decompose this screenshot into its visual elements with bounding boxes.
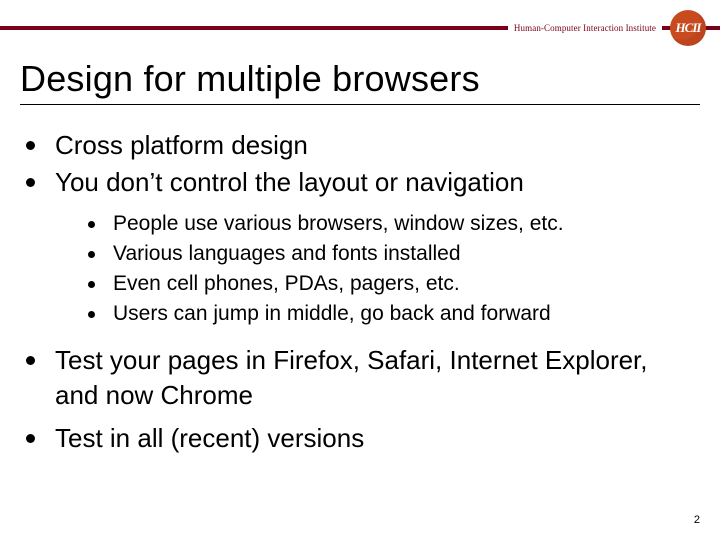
bullet-text: Test your pages in Firefox, Safari, Inte… <box>55 343 696 413</box>
bullet-text: People use various browsers, window size… <box>113 210 696 239</box>
bullet-dot-icon <box>88 281 95 288</box>
bullet-dot-icon <box>88 311 95 318</box>
slide-body: Cross platform design You don’t control … <box>26 128 696 458</box>
hcii-logo-monogram: HCII <box>670 10 706 46</box>
bullet-dot-icon <box>88 251 95 258</box>
bullet-dot-icon <box>88 221 95 228</box>
bullet-text: Various languages and fonts installed <box>113 240 696 269</box>
bullet-level2: Various languages and fonts installed <box>88 240 696 269</box>
bullet-text: Even cell phones, PDAs, pagers, etc. <box>113 270 696 299</box>
bullet-dot-icon <box>26 434 35 443</box>
bullet-text: You don’t control the layout or navigati… <box>55 165 696 200</box>
slide-title: Design for multiple browsers <box>20 58 480 100</box>
page-number: 2 <box>694 514 700 526</box>
brand-bar: Human-Computer Interaction Institute HCI… <box>0 10 720 46</box>
institute-name-box: Human-Computer Interaction Institute <box>508 22 662 34</box>
bullet-text: Users can jump in middle, go back and fo… <box>113 300 696 329</box>
bullet-dot-icon <box>26 356 35 365</box>
bullet-level1: Test your pages in Firefox, Safari, Inte… <box>26 343 696 413</box>
bullet-level1: You don’t control the layout or navigati… <box>26 165 696 200</box>
bullet-level2: Even cell phones, PDAs, pagers, etc. <box>88 270 696 299</box>
bullet-dot-icon <box>26 141 35 150</box>
bullet-level2: People use various browsers, window size… <box>88 210 696 239</box>
sub-bullet-list: People use various browsers, window size… <box>88 210 696 329</box>
bullet-level2: Users can jump in middle, go back and fo… <box>88 300 696 329</box>
bullet-text: Cross platform design <box>55 128 696 163</box>
title-underline <box>20 104 700 105</box>
bullet-level1: Test in all (recent) versions <box>26 421 696 456</box>
hcii-logo: HCII <box>666 10 706 50</box>
institute-name: Human-Computer Interaction Institute <box>514 23 656 33</box>
bullet-text: Test in all (recent) versions <box>55 421 696 456</box>
bullet-dot-icon <box>26 178 35 187</box>
bullet-level1: Cross platform design <box>26 128 696 163</box>
